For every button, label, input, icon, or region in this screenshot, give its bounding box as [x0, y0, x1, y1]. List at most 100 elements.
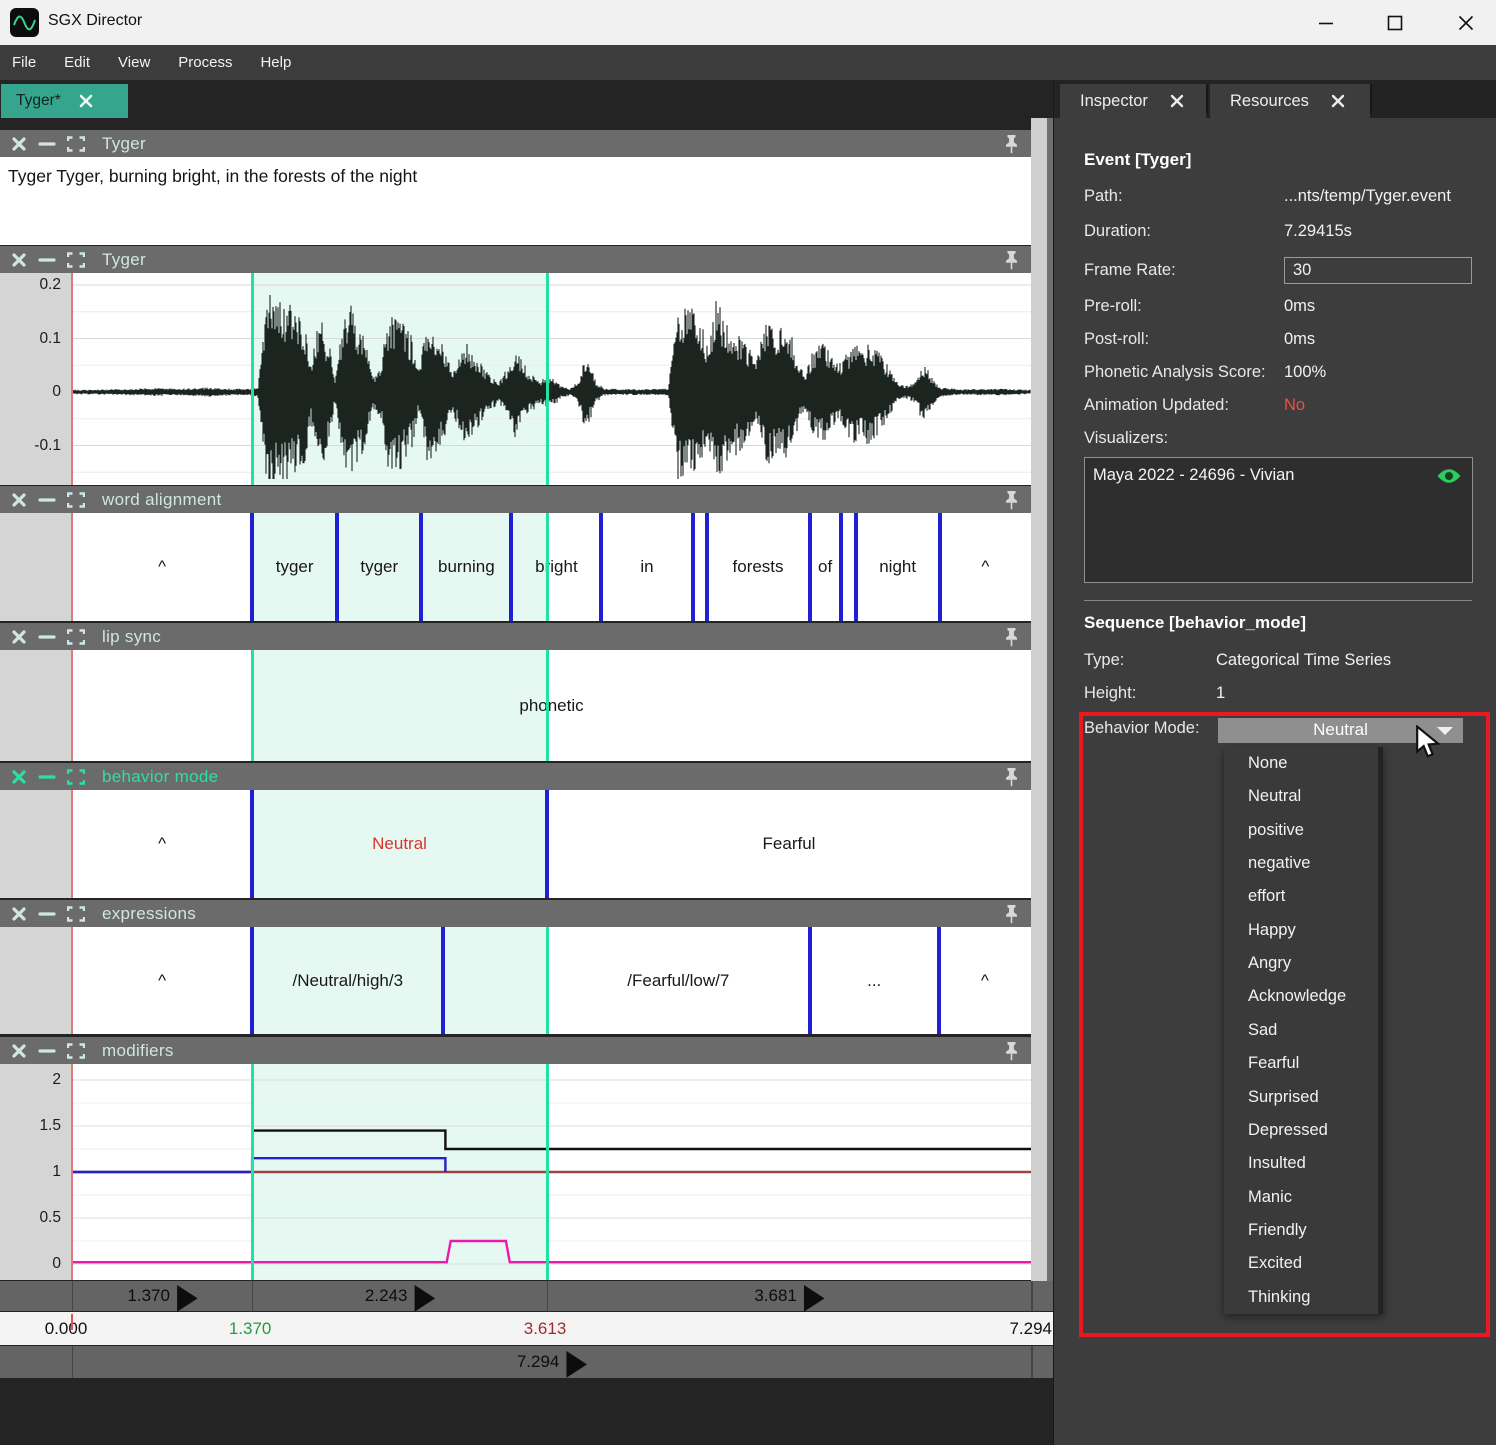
- behavior-mode-dropdown[interactable]: Neutral: [1218, 718, 1463, 743]
- word-cell[interactable]: ^: [72, 513, 252, 621]
- timeline-segment[interactable]: 2.243▶: [252, 1281, 547, 1311]
- segment-boundary[interactable]: [335, 513, 339, 621]
- close-track-icon[interactable]: [11, 252, 27, 268]
- playhead-line[interactable]: [71, 513, 73, 621]
- playhead-line[interactable]: [71, 790, 73, 898]
- segment-boundary[interactable]: [250, 790, 254, 898]
- minimize-track-icon[interactable]: [38, 906, 56, 922]
- segment-boundary[interactable]: [441, 927, 445, 1034]
- expand-track-icon[interactable]: [67, 136, 85, 152]
- timeline-segment[interactable]: 3.681▶: [547, 1281, 1031, 1311]
- pin-icon[interactable]: [1004, 627, 1019, 647]
- menu-item-view[interactable]: View: [104, 45, 164, 80]
- word-cell[interactable]: forests: [707, 513, 810, 621]
- word-cell[interactable]: in: [601, 513, 692, 621]
- track-content-word-alignment[interactable]: ^tygertygerburningbrightinforestsofnight…: [0, 513, 1031, 621]
- dropdown-item-friendly[interactable]: Friendly: [1224, 1214, 1376, 1247]
- close-track-icon[interactable]: [11, 906, 27, 922]
- minimize-track-icon[interactable]: [38, 136, 56, 152]
- dropdown-item-effort[interactable]: effort: [1224, 880, 1376, 913]
- dropdown-item-negative[interactable]: negative: [1224, 847, 1376, 880]
- segment-boundary[interactable]: [250, 927, 254, 1034]
- segment-boundary[interactable]: [509, 513, 513, 621]
- minimize-track-icon[interactable]: [38, 769, 56, 785]
- timeline-segment[interactable]: 7.294▶: [72, 1346, 1031, 1378]
- expand-track-icon[interactable]: [67, 906, 85, 922]
- minimize-track-icon[interactable]: [38, 252, 56, 268]
- segment-boundary[interactable]: [705, 513, 709, 621]
- segment-boundary[interactable]: [937, 927, 941, 1034]
- expression-cell[interactable]: ...: [810, 927, 939, 1034]
- behavior-cell[interactable]: Neutral: [252, 790, 547, 898]
- lip-sync-cell[interactable]: phonetic: [72, 650, 1031, 761]
- track-header-modifiers[interactable]: modifiers: [0, 1037, 1031, 1064]
- segment-boundary[interactable]: [808, 513, 812, 621]
- dropdown-item-surprised[interactable]: Surprised: [1224, 1081, 1376, 1114]
- visualizer-item[interactable]: Maya 2022 - 24696 - Vivian: [1093, 466, 1295, 485]
- playhead-line[interactable]: [71, 273, 73, 485]
- track-header-behavior-mode[interactable]: behavior mode: [0, 763, 1031, 790]
- menu-item-edit[interactable]: Edit: [50, 45, 104, 80]
- segment-boundary[interactable]: [419, 513, 423, 621]
- dropdown-item-neutral[interactable]: Neutral: [1224, 780, 1376, 813]
- track-header-expressions[interactable]: expressions: [0, 900, 1031, 927]
- expand-track-icon[interactable]: [67, 252, 85, 268]
- close-track-icon[interactable]: [11, 769, 27, 785]
- tab-close-icon[interactable]: [1331, 94, 1345, 108]
- dropdown-item-sad[interactable]: Sad: [1224, 1014, 1376, 1047]
- segment-boundary[interactable]: [938, 513, 942, 621]
- segment-boundary[interactable]: [599, 513, 603, 621]
- word-cell[interactable]: bright: [511, 513, 601, 621]
- tab-resources[interactable]: Resources: [1210, 84, 1370, 118]
- track-content-text[interactable]: Tyger Tyger, burning bright, in the fore…: [0, 157, 1031, 245]
- track-header-text[interactable]: Tyger: [0, 130, 1031, 157]
- timeline-scale[interactable]: 0.0001.3703.6137.294: [0, 1312, 1053, 1345]
- minimize-button[interactable]: [1303, 8, 1349, 38]
- behavior-cell[interactable]: Fearful: [547, 790, 1031, 898]
- pin-icon[interactable]: [1004, 1041, 1019, 1061]
- minimize-track-icon[interactable]: [38, 629, 56, 645]
- track-content-expressions[interactable]: ^/Neutral/high/3/Fearful/low/7...^: [0, 927, 1031, 1034]
- tab-close-icon[interactable]: [79, 94, 93, 108]
- track-header-lip-sync[interactable]: lip sync: [0, 623, 1031, 650]
- expand-track-icon[interactable]: [67, 629, 85, 645]
- track-content-modifiers[interactable]: 21.510.50: [0, 1064, 1031, 1280]
- track-header-waveform[interactable]: Tyger: [0, 246, 1031, 273]
- track-content-waveform[interactable]: 0.20.10-0.1: [0, 273, 1031, 485]
- word-cell[interactable]: tyger: [252, 513, 337, 621]
- behavior-cell[interactable]: ^: [72, 790, 252, 898]
- expression-cell[interactable]: ^: [72, 927, 252, 1034]
- dropdown-item-manic[interactable]: Manic: [1224, 1181, 1376, 1214]
- expression-cell[interactable]: /Neutral/high/3: [252, 927, 443, 1034]
- word-cell[interactable]: of: [810, 513, 841, 621]
- dropdown-item-happy[interactable]: Happy: [1224, 914, 1376, 947]
- tab-inspector[interactable]: Inspector: [1060, 84, 1206, 118]
- minimize-track-icon[interactable]: [38, 492, 56, 508]
- track-content-behavior-mode[interactable]: ^NeutralFearful: [0, 790, 1031, 898]
- track-content-lip-sync[interactable]: phonetic: [0, 650, 1031, 761]
- pin-icon[interactable]: [1004, 904, 1019, 924]
- timeline-segment-row[interactable]: 1.370▶2.243▶3.681▶: [0, 1281, 1053, 1311]
- dropdown-item-depressed[interactable]: Depressed: [1224, 1114, 1376, 1147]
- word-cell[interactable]: night: [856, 513, 940, 621]
- playhead-line[interactable]: [71, 927, 73, 1034]
- segment-boundary[interactable]: [250, 513, 254, 621]
- dropdown-item-none[interactable]: None: [1224, 747, 1376, 780]
- minimize-track-icon[interactable]: [38, 1043, 56, 1059]
- dropdown-scrollbar[interactable]: [1378, 747, 1383, 1314]
- segment-boundary[interactable]: [808, 927, 812, 1034]
- tab-close-icon[interactable]: [1170, 94, 1184, 108]
- word-cell[interactable]: tyger: [337, 513, 421, 621]
- close-track-icon[interactable]: [11, 136, 27, 152]
- tab-tyger[interactable]: Tyger*: [1, 84, 128, 118]
- playhead-line[interactable]: [71, 650, 73, 761]
- dropdown-item-positive[interactable]: positive: [1224, 814, 1376, 847]
- playhead-line[interactable]: [71, 1064, 73, 1280]
- dropdown-item-angry[interactable]: Angry: [1224, 947, 1376, 980]
- menu-item-process[interactable]: Process: [164, 45, 246, 80]
- menu-item-help[interactable]: Help: [246, 45, 305, 80]
- menu-item-file[interactable]: File: [0, 45, 50, 80]
- dropdown-item-acknowledge[interactable]: Acknowledge: [1224, 980, 1376, 1013]
- timeline-total-row[interactable]: 7.294▶: [0, 1346, 1053, 1378]
- expression-cell[interactable]: [443, 927, 547, 1034]
